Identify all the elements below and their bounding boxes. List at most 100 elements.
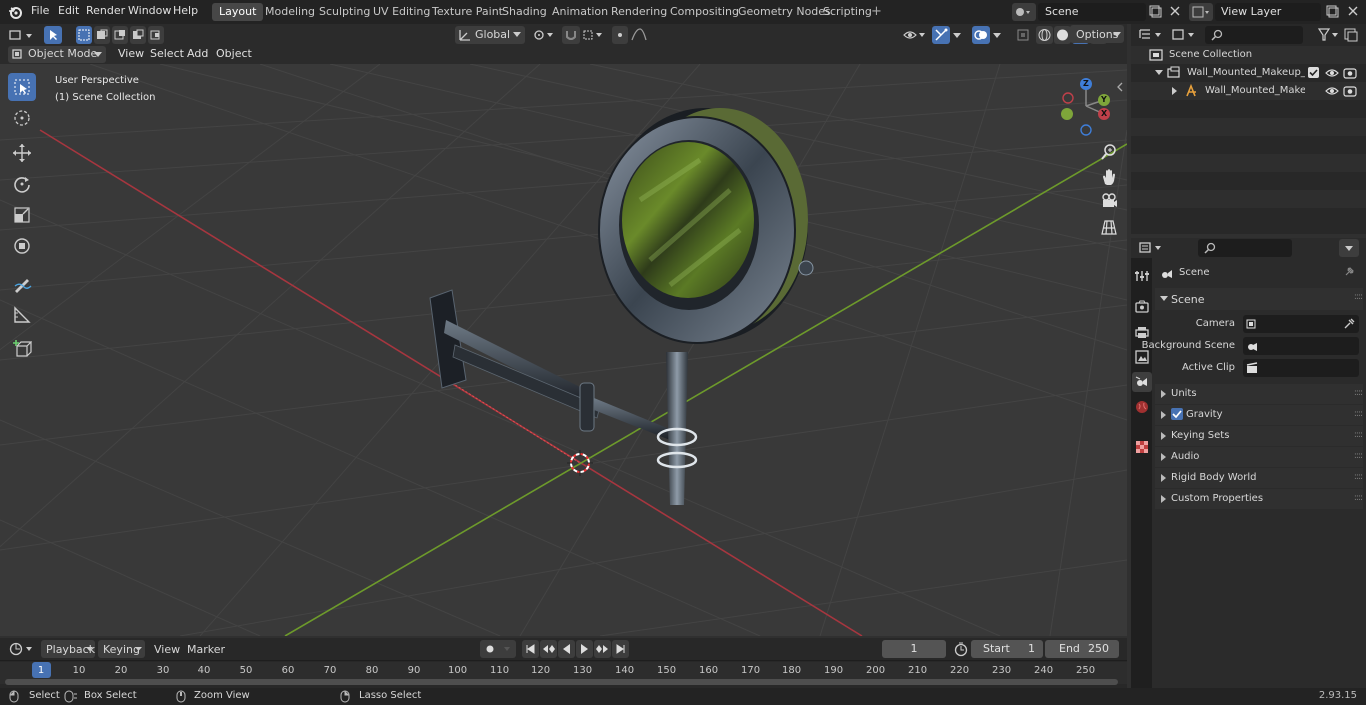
wireframe-shading-icon[interactable] — [1036, 26, 1053, 44]
output-tab-icon[interactable] — [1134, 324, 1150, 340]
object-name[interactable]: Wall_Mounted_Makeup_I — [1205, 85, 1305, 96]
collection-render-icon[interactable] — [1343, 66, 1357, 79]
tab-layout[interactable]: Layout — [212, 3, 264, 21]
orthographic-toggle-icon[interactable] — [1099, 217, 1119, 237]
camera-field[interactable] — [1243, 315, 1359, 333]
outliner-editor-type-icon[interactable] — [1138, 27, 1166, 43]
collection-exclude-checkbox[interactable] — [1308, 67, 1319, 78]
select-intersect-icon[interactable] — [148, 26, 164, 44]
menu-window[interactable]: Window — [128, 4, 171, 17]
3d-viewport[interactable]: User Perspective (1) Scene Collection Z … — [0, 64, 1127, 636]
snap-element-icon[interactable] — [582, 27, 606, 43]
collection-visibility-icon[interactable] — [1325, 67, 1339, 79]
pin-icon[interactable] — [1343, 266, 1355, 278]
close-scene-icon[interactable] — [1169, 5, 1181, 17]
move-tool-icon[interactable] — [8, 139, 36, 167]
panel-drag-icon[interactable]: :::: — [1354, 292, 1363, 302]
select-tweak-tool-icon[interactable] — [44, 26, 62, 44]
timeline-marker-menu[interactable]: Marker — [187, 643, 225, 656]
next-keyframe-icon[interactable] — [594, 640, 611, 658]
options-dropdown[interactable]: Options — [1070, 25, 1124, 43]
jump-start-icon[interactable] — [522, 640, 539, 658]
timeline-view-menu[interactable]: View — [154, 643, 180, 656]
playback-dropdown[interactable]: Playback — [41, 640, 95, 658]
timeline-scrollbar[interactable] — [5, 679, 1118, 685]
select-subtract-icon[interactable] — [112, 26, 128, 44]
sidebar-toggle-icon[interactable] — [1116, 82, 1124, 92]
preview-range-icon[interactable] — [953, 641, 969, 657]
outliner-filter-icon[interactable] — [1317, 27, 1341, 43]
tab-scripting[interactable]: Scripting — [816, 3, 879, 21]
select-extend-icon[interactable] — [94, 26, 110, 44]
gizmo-toggle-icon[interactable] — [932, 26, 950, 44]
render-tab-icon[interactable] — [1134, 299, 1150, 315]
object-render-icon[interactable] — [1343, 84, 1357, 97]
audio-drag-icon[interactable]: :::: — [1354, 451, 1363, 461]
new-collection-icon[interactable] — [1343, 27, 1359, 43]
custom-properties-drag-icon[interactable]: :::: — [1354, 493, 1363, 503]
rotate-tool-icon[interactable] — [8, 170, 36, 198]
rigid-body-drag-icon[interactable]: :::: — [1354, 472, 1363, 482]
play-icon[interactable] — [576, 640, 593, 658]
prev-keyframe-icon[interactable] — [540, 640, 557, 658]
auto-keying-toggle[interactable] — [480, 640, 516, 658]
scene-collection-label[interactable]: Scene Collection — [1169, 49, 1252, 60]
keying-sets-drag-icon[interactable]: :::: — [1354, 430, 1363, 440]
expand-object-icon[interactable] — [1171, 87, 1179, 95]
expand-collection-icon[interactable] — [1155, 69, 1163, 77]
frame-start-field[interactable]: Start 1 — [971, 640, 1043, 658]
view-layer-field[interactable]: View Layer — [1215, 3, 1321, 21]
outliner-search-input[interactable] — [1205, 26, 1303, 44]
add-cube-tool-icon[interactable] — [8, 335, 36, 363]
play-reverse-icon[interactable] — [558, 640, 575, 658]
background-scene-field[interactable] — [1243, 337, 1359, 355]
select-new-icon[interactable] — [76, 26, 92, 44]
menu-help[interactable]: Help — [173, 4, 198, 17]
xray-toggle-icon[interactable] — [1014, 26, 1032, 44]
display-mode-icon[interactable] — [1171, 27, 1199, 43]
blender-logo-icon[interactable] — [8, 5, 22, 19]
zoom-view-icon[interactable] — [1099, 142, 1119, 162]
pan-view-icon[interactable] — [1099, 167, 1119, 187]
annotate-tool-icon[interactable] — [8, 270, 36, 298]
visibility-filter-icon[interactable] — [902, 27, 928, 43]
menu-object[interactable]: Object — [210, 45, 258, 63]
camera-view-icon[interactable] — [1099, 191, 1119, 211]
menu-render[interactable]: Render — [86, 4, 125, 17]
view-layer-tab-icon[interactable] — [1134, 349, 1150, 365]
texture-tab-icon[interactable] — [1134, 439, 1150, 455]
proportional-falloff-icon[interactable] — [630, 27, 654, 43]
jump-end-icon[interactable] — [612, 640, 629, 658]
snap-toggle-icon[interactable] — [562, 26, 580, 44]
frame-end-field[interactable]: End 250 — [1045, 640, 1119, 658]
menu-file[interactable]: File — [31, 4, 49, 17]
properties-search-input[interactable] — [1198, 239, 1292, 257]
editor-type-icon[interactable] — [8, 27, 36, 44]
tool-tab-icon[interactable] — [1134, 268, 1150, 284]
transform-orientation-dropdown[interactable]: Global — [455, 26, 525, 44]
object-mode-dropdown[interactable]: Object Mode — [8, 46, 106, 63]
copy-scene-icon[interactable] — [1148, 4, 1162, 18]
menu-edit[interactable]: Edit — [58, 4, 79, 17]
overlay-toggle-icon[interactable] — [972, 26, 990, 44]
collection-name[interactable]: Wall_Mounted_Makeup_Mirro — [1187, 67, 1305, 78]
solid-shading-icon[interactable] — [1054, 26, 1071, 44]
scene-tab-icon[interactable] — [1132, 372, 1152, 392]
active-clip-field[interactable] — [1243, 359, 1359, 377]
copy-view-layer-icon[interactable] — [1325, 4, 1339, 18]
measure-tool-icon[interactable] — [8, 301, 36, 329]
transform-tool-icon[interactable] — [8, 232, 36, 260]
overlay-dropdown-icon[interactable] — [992, 32, 1002, 40]
cursor-tool-icon[interactable] — [8, 104, 36, 132]
pivot-point-icon[interactable] — [531, 27, 557, 43]
scale-tool-icon[interactable] — [8, 201, 36, 229]
gravity-checkbox[interactable] — [1171, 408, 1183, 420]
scene-panel-expand-icon[interactable] — [1160, 295, 1168, 303]
keying-dropdown[interactable]: Keying — [98, 640, 145, 658]
navigation-gizmo[interactable]: Z X Y — [1056, 76, 1116, 138]
scene-name-field[interactable]: Scene — [1038, 3, 1146, 21]
add-workspace-button[interactable]: + — [871, 4, 882, 19]
current-frame-field[interactable]: 1 — [882, 640, 946, 658]
view-layer-browse-button[interactable] — [1189, 3, 1213, 21]
select-difference-icon[interactable] — [130, 26, 146, 44]
